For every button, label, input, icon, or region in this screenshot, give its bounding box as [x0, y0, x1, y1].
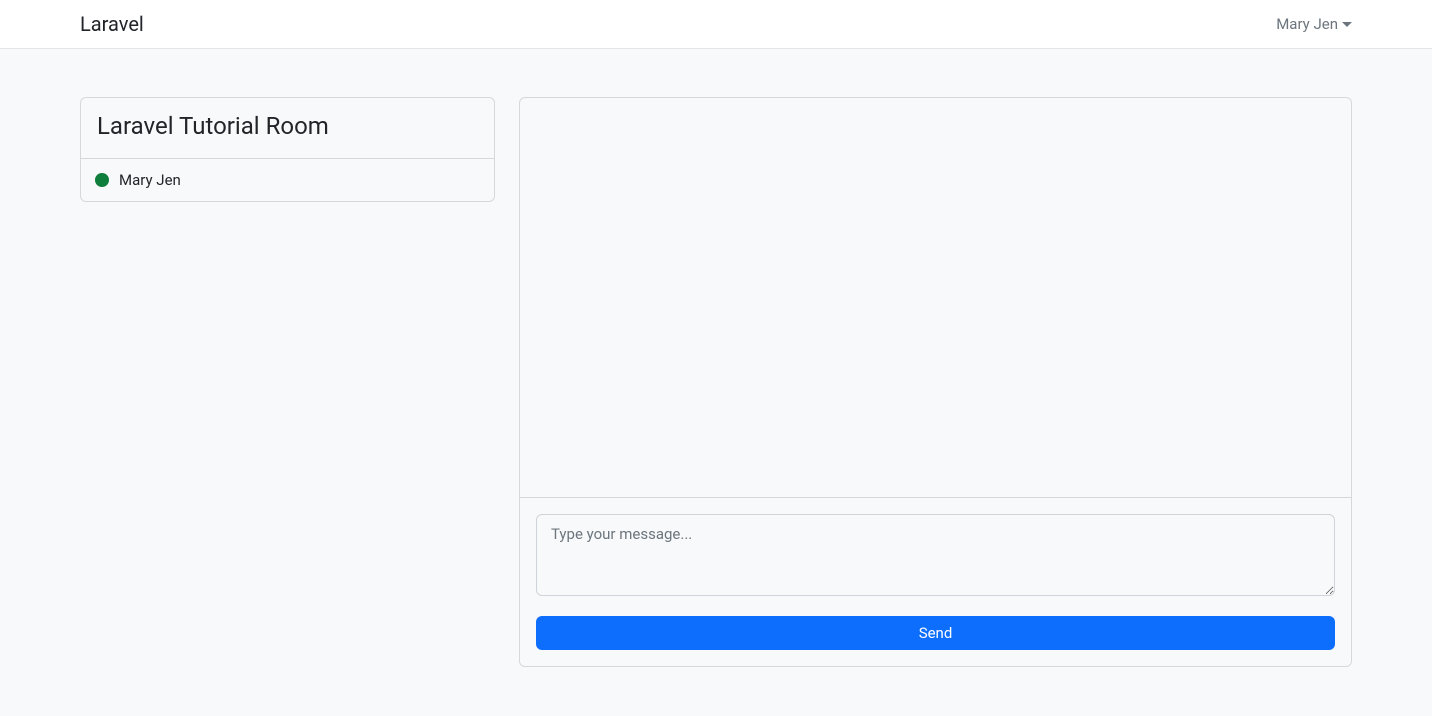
navbar-user-name: Mary Jen: [1276, 15, 1338, 33]
room-card-header: Laravel Tutorial Room: [81, 98, 494, 159]
user-list-item: Mary Jen: [81, 159, 494, 201]
user-name: Mary Jen: [119, 171, 181, 189]
send-button[interactable]: Send: [536, 616, 1335, 650]
message-input[interactable]: [536, 514, 1335, 596]
user-dropdown[interactable]: Mary Jen: [1276, 15, 1352, 33]
status-online-icon: [95, 173, 109, 187]
room-title: Laravel Tutorial Room: [97, 112, 478, 140]
chat-column: Send: [519, 97, 1352, 667]
sidebar-column: Laravel Tutorial Room Mary Jen: [80, 97, 495, 667]
caret-down-icon: [1342, 22, 1352, 27]
room-card: Laravel Tutorial Room Mary Jen: [80, 97, 495, 202]
user-list: Mary Jen: [81, 159, 494, 201]
chat-card: Send: [519, 97, 1352, 667]
chat-messages-area[interactable]: [520, 98, 1351, 497]
main-container: Laravel Tutorial Room Mary Jen Send: [68, 49, 1364, 691]
navbar: Laravel Mary Jen: [0, 0, 1432, 49]
chat-footer: Send: [520, 497, 1351, 666]
brand-link[interactable]: Laravel: [80, 12, 144, 36]
